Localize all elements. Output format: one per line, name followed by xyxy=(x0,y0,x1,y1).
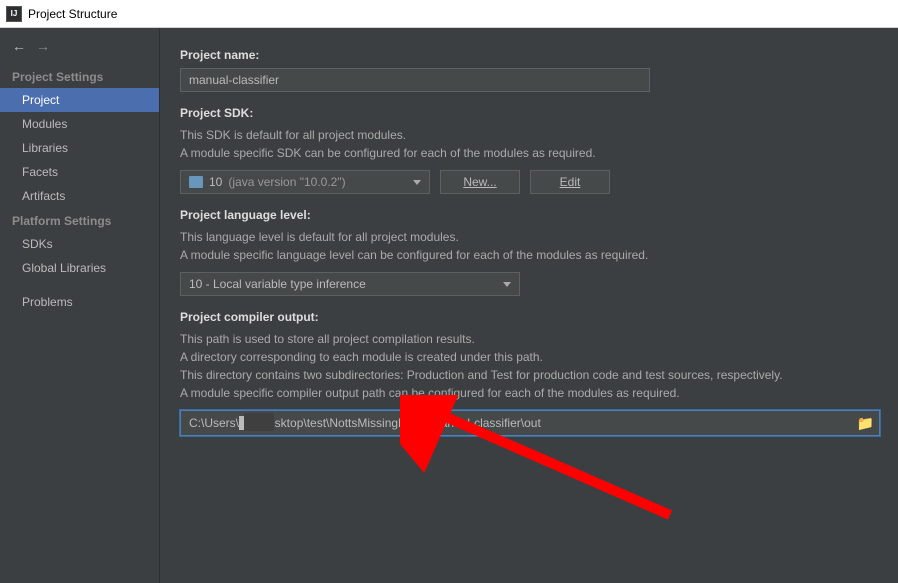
sidebar-item-problems[interactable]: Problems xyxy=(0,290,159,314)
new-sdk-button[interactable]: New... xyxy=(440,170,520,194)
edit-sdk-button[interactable]: Edit xyxy=(530,170,610,194)
language-level-dropdown[interactable]: 10 - Local variable type inference xyxy=(180,272,520,296)
window-title: Project Structure xyxy=(28,7,117,21)
sidebar-item-sdks[interactable]: SDKs xyxy=(0,232,159,256)
app-icon: IJ xyxy=(6,6,22,22)
chevron-down-icon xyxy=(503,282,511,287)
forward-arrow-icon: → xyxy=(36,38,50,54)
project-name-label: Project name: xyxy=(180,48,878,62)
sidebar-item-project[interactable]: Project xyxy=(0,88,159,112)
sidebar-item-facets[interactable]: Facets xyxy=(0,160,159,184)
language-level-label: Project language level: xyxy=(180,208,878,222)
output-description-1: This path is used to store all project c… xyxy=(180,330,878,348)
sdk-number: 10 xyxy=(209,175,222,189)
main-panel: Project name: Project SDK: This SDK is d… xyxy=(160,28,898,583)
sidebar: ← → Project Settings Project Modules Lib… xyxy=(0,28,160,583)
sdk-version: (java version "10.0.2") xyxy=(228,175,345,189)
sidebar-heading-project-settings: Project Settings xyxy=(0,64,159,88)
language-level-value: 10 - Local variable type inference xyxy=(189,277,366,291)
compiler-output-input[interactable] xyxy=(180,410,880,436)
sidebar-item-modules[interactable]: Modules xyxy=(0,112,159,136)
browse-folder-icon[interactable]: 📁 xyxy=(857,415,874,432)
compiler-output-label: Project compiler output: xyxy=(180,310,878,324)
project-sdk-label: Project SDK: xyxy=(180,106,878,120)
output-description-2: A directory corresponding to each module… xyxy=(180,348,878,366)
sidebar-item-global-libraries[interactable]: Global Libraries xyxy=(0,256,159,280)
sidebar-item-artifacts[interactable]: Artifacts xyxy=(0,184,159,208)
project-name-input[interactable] xyxy=(180,68,650,92)
sdk-description-2: A module specific SDK can be configured … xyxy=(180,144,878,162)
folder-icon xyxy=(189,176,203,188)
output-description-4: A module specific compiler output path c… xyxy=(180,384,878,402)
sdk-description-1: This SDK is default for all project modu… xyxy=(180,126,878,144)
nav-arrows: ← → xyxy=(0,28,159,64)
lang-description-1: This language level is default for all p… xyxy=(180,228,878,246)
sdk-dropdown[interactable]: 10 (java version "10.0.2") xyxy=(180,170,430,194)
sidebar-heading-platform-settings: Platform Settings xyxy=(0,208,159,232)
chevron-down-icon xyxy=(413,180,421,185)
titlebar: IJ Project Structure xyxy=(0,0,898,28)
output-description-3: This directory contains two subdirectori… xyxy=(180,366,878,384)
lang-description-2: A module specific language level can be … xyxy=(180,246,878,264)
sidebar-item-libraries[interactable]: Libraries xyxy=(0,136,159,160)
back-arrow-icon[interactable]: ← xyxy=(12,38,26,54)
